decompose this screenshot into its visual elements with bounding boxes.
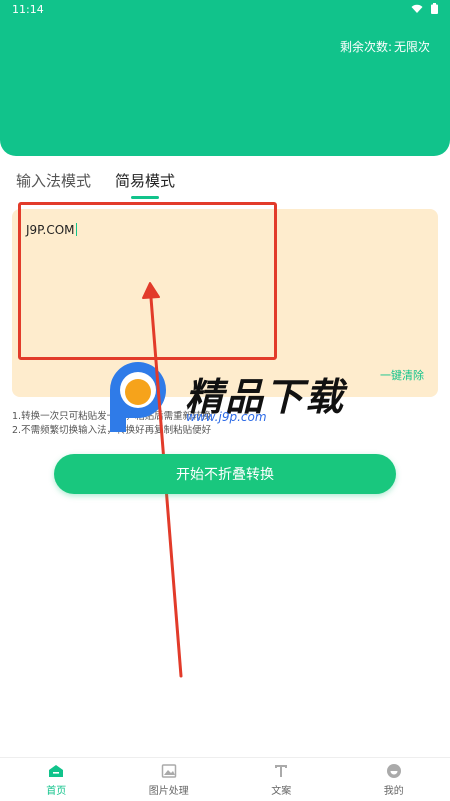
nav-label: 首页 [46, 782, 66, 797]
text-caret [76, 223, 77, 236]
tab-simple-mode[interactable]: 简易模式 [115, 170, 175, 191]
wifi-icon [411, 4, 423, 14]
clear-button[interactable]: 一键清除 [380, 367, 424, 383]
bottom-nav: 首页 图片处理 文案 我的 [0, 757, 450, 801]
battery-icon [431, 3, 438, 14]
note-line: 1.转换一次只可粘贴发一次，粘贴后需重新转换 [12, 410, 211, 424]
nav-item-home[interactable]: 首页 [0, 758, 113, 801]
home-icon [48, 763, 64, 779]
status-bar: 11:14 [0, 0, 450, 20]
nav-item-profile[interactable]: 我的 [338, 758, 450, 801]
usage-notes: 1.转换一次只可粘贴发一次，粘贴后需重新转换 2.不需频繁切换输入法，转换好再复… [12, 410, 211, 438]
nav-item-image-processing[interactable]: 图片处理 [113, 758, 226, 801]
text-icon [273, 763, 289, 779]
editor-text-value: J9P.COM [26, 223, 75, 237]
mode-tabs: 输入法模式 简易模式 [16, 170, 175, 191]
editor-text[interactable]: J9P.COM [26, 223, 77, 237]
status-time: 11:14 [12, 3, 44, 16]
note-line: 2.不需频繁切换输入法，转换好再复制粘贴便好 [12, 424, 211, 438]
status-icons [411, 3, 438, 14]
header-banner: 11:14 剩余次数:无限次 [0, 0, 450, 156]
tab-input-method-mode[interactable]: 输入法模式 [16, 170, 91, 191]
remaining-count: 剩余次数:无限次 [340, 38, 430, 55]
remaining-value: 无限次 [394, 40, 430, 54]
remaining-label: 剩余次数: [340, 40, 392, 54]
text-editor[interactable]: J9P.COM 一键清除 [12, 209, 438, 397]
nav-label: 我的 [384, 782, 404, 797]
nav-item-copywriting[interactable]: 文案 [225, 758, 338, 801]
profile-icon [386, 763, 402, 779]
image-icon [161, 763, 177, 779]
start-convert-button[interactable]: 开始不折叠转换 [54, 454, 396, 494]
nav-label: 文案 [271, 782, 291, 797]
nav-label: 图片处理 [149, 782, 189, 797]
